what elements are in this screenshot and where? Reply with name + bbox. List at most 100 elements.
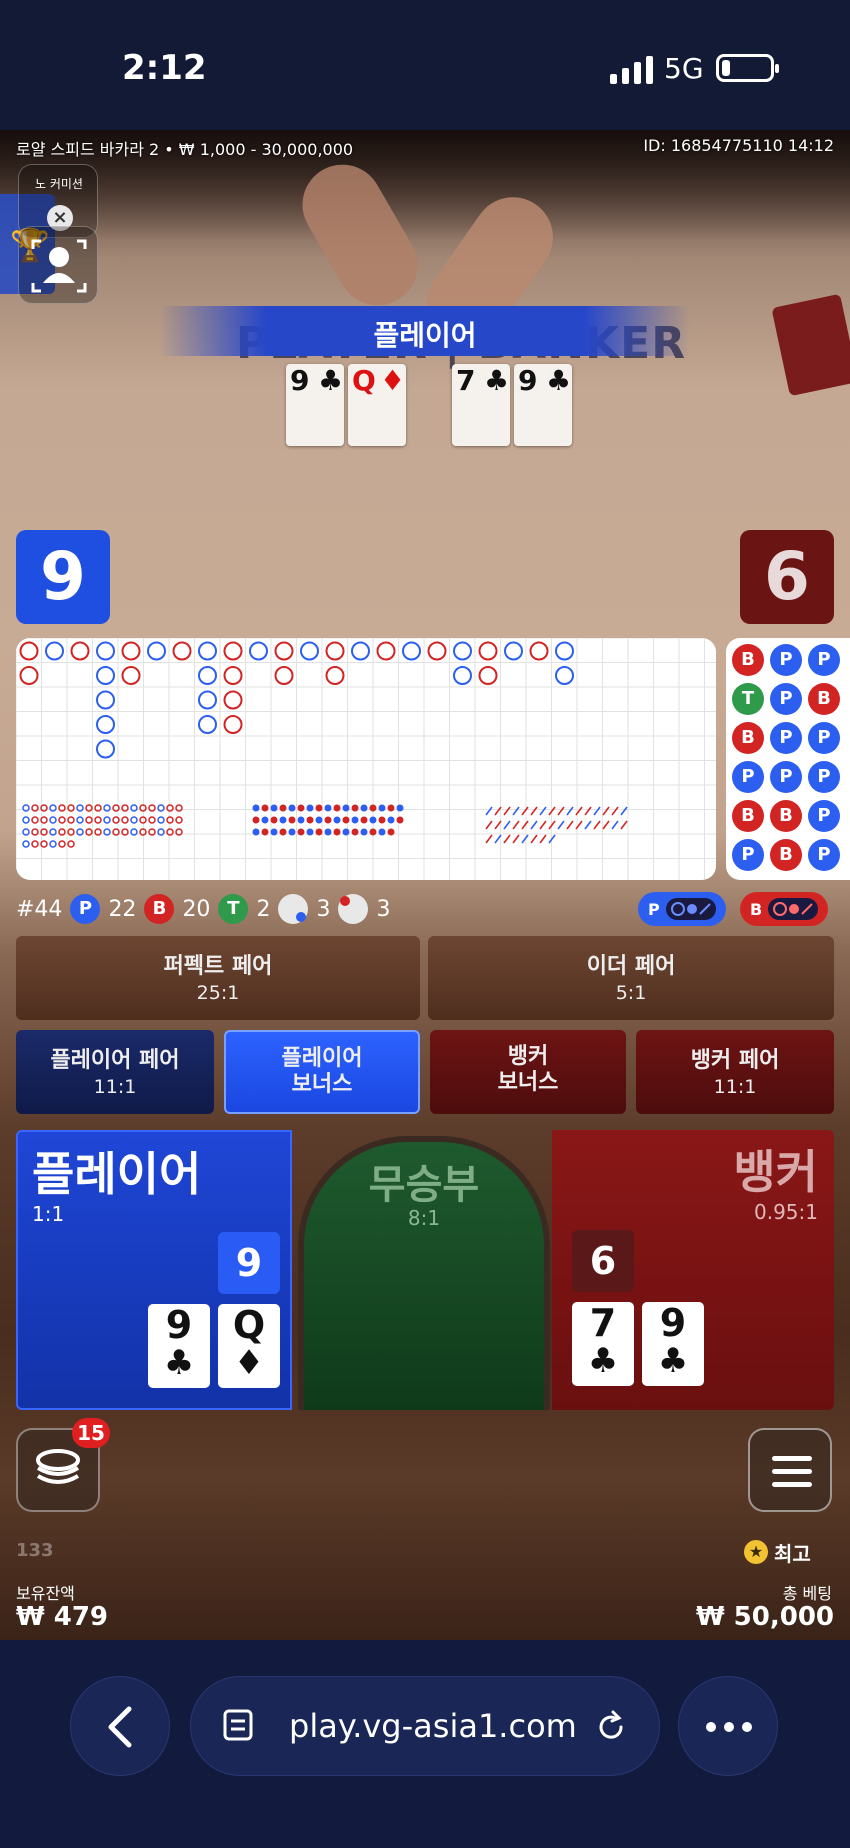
winner-banner-text: 플레이어 <box>373 319 477 352</box>
derived-road-mark <box>333 828 341 836</box>
banker-bet-spot[interactable]: 뱅커 0.95:1 6 7 ♣ 9 ♣ <box>552 1130 834 1410</box>
derived-road-mark <box>387 828 395 836</box>
big-road-mark <box>223 715 243 734</box>
big-road-mark <box>453 666 472 685</box>
table-card: 9 ♣ <box>514 364 572 446</box>
derived-road-mark <box>378 816 386 824</box>
banker-chip-icon: B <box>144 894 175 924</box>
big-road-mark <box>96 690 115 710</box>
more-icon <box>706 1722 752 1732</box>
banker-pair-icon <box>338 894 369 924</box>
predict-player-button[interactable]: P <box>638 892 726 926</box>
big-road-mark <box>198 666 217 685</box>
player-pair-bet[interactable]: 플레이어 페어 11:1 <box>16 1030 214 1114</box>
derived-road-mark <box>279 804 287 812</box>
derived-road-mark <box>602 820 610 830</box>
total-bet-label: 총 베팅 <box>782 1584 832 1603</box>
derived-road-mark <box>306 816 314 824</box>
tie-count: 2 <box>256 896 271 922</box>
more-button[interactable] <box>678 1676 778 1776</box>
player-spot-odds: 1:1 <box>32 1202 65 1226</box>
derived-road-mark <box>270 804 278 812</box>
either-pair-bet[interactable]: 이더 페어 5:1 <box>428 936 834 1020</box>
banker-pair-bet[interactable]: 뱅커 페어 11:1 <box>636 1030 834 1114</box>
big-road-mark <box>325 641 345 661</box>
derived-road-mark <box>315 828 323 836</box>
user-icon <box>31 239 87 293</box>
bead-P: P <box>732 839 764 871</box>
derived-road-mark <box>620 820 628 830</box>
derived-road-mark <box>157 816 165 824</box>
derived-road-mark <box>166 804 174 812</box>
big-road-mark <box>223 690 243 710</box>
big-road-mark <box>223 666 243 685</box>
derived-road-mark <box>360 804 368 812</box>
players-button[interactable] <box>18 226 98 304</box>
derived-road-mark <box>611 806 619 816</box>
derived-road-mark <box>378 828 386 836</box>
address-bar[interactable]: play.vg-asia1.com <box>190 1676 660 1776</box>
big-road-mark <box>198 690 217 710</box>
predict-banker-button[interactable]: B <box>740 892 829 926</box>
derived-road-mark <box>387 804 395 812</box>
player-score: 9 <box>16 530 110 624</box>
network-type: 5G <box>664 52 704 85</box>
perfect-pair-bet[interactable]: 퍼펙트 페어 25:1 <box>16 936 420 1020</box>
stats-bar: #44 P 22 B 20 T 2 3 3 <box>16 890 390 928</box>
screen: 2:12 5G 로얄 스피드 바카라 2 • ₩ 1,000 - 30,000,… <box>0 0 850 1848</box>
derived-road-mark <box>521 834 529 844</box>
card-shoe <box>771 293 850 397</box>
big-road-mark <box>402 641 421 661</box>
derived-road-mark <box>103 816 111 824</box>
player-card: Q ♦ <box>218 1304 280 1388</box>
derived-road-mark <box>369 828 377 836</box>
banker-bonus-bet[interactable]: 뱅커 보너스 <box>430 1030 626 1114</box>
derived-road-mark <box>539 834 547 844</box>
derived-road-mark <box>521 806 529 816</box>
player-count: 22 <box>108 896 137 922</box>
big-road-mark <box>121 666 141 685</box>
bead-road[interactable]: BPPTPBBPPPPPBBPPBP <box>726 638 850 880</box>
big-road-mark <box>96 641 115 661</box>
derived-road-mark <box>270 816 278 824</box>
player-spot-label: 플레이어 <box>32 1147 202 1201</box>
derived-road-mark <box>94 816 102 824</box>
bead-B: B <box>732 800 764 832</box>
tie-spot-odds: 8:1 <box>407 1206 441 1230</box>
big-road[interactable] <box>16 638 716 880</box>
page-menu-icon[interactable] <box>219 1707 259 1747</box>
big-road-mark <box>529 641 549 661</box>
derived-road-mark <box>378 804 386 812</box>
derived-road-mark <box>324 816 332 824</box>
player-bonus-bet[interactable]: 플레이어 보너스 <box>224 1030 420 1114</box>
derived-road-mark <box>530 820 538 830</box>
big-road-mark <box>300 641 319 661</box>
derived-road-mark <box>22 840 30 848</box>
derived-road-mark <box>67 840 75 848</box>
derived-road-mark <box>31 816 39 824</box>
tie-bet-spot[interactable]: 무승부 8:1 <box>298 1136 550 1410</box>
big-road-mark <box>121 641 141 661</box>
derived-road-mark <box>76 804 84 812</box>
reload-icon[interactable] <box>591 1707 631 1747</box>
menu-button[interactable] <box>748 1428 832 1512</box>
player-bet-spot[interactable]: 플레이어 1:1 9 9 ♣ Q ♦ <box>16 1130 292 1410</box>
back-button[interactable] <box>70 1676 170 1776</box>
big-road-mark <box>96 715 115 734</box>
clock: 2:12 <box>122 48 207 88</box>
derived-road-mark <box>49 804 57 812</box>
big-road-mark <box>478 666 498 685</box>
derived-road-mark <box>85 816 93 824</box>
derived-road-mark <box>175 816 183 824</box>
derived-road-mark <box>297 804 305 812</box>
banker-score: 6 <box>740 530 834 624</box>
derived-road-mark <box>315 804 323 812</box>
derived-road-mark <box>49 840 57 848</box>
big-road-mark <box>147 641 166 661</box>
derived-road-mark <box>530 834 538 844</box>
derived-road-mark <box>22 804 30 812</box>
derived-road-mark <box>333 816 341 824</box>
big-road-mark <box>478 641 498 661</box>
banker-count: 20 <box>182 896 211 922</box>
winner-banner: 플레이어 <box>160 306 690 356</box>
